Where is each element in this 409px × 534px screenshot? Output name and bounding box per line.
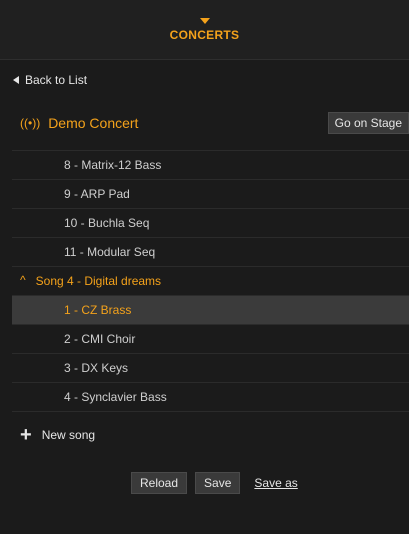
reload-button[interactable]: Reload [131,472,188,494]
save-as-link[interactable]: Save as [254,476,297,490]
list-item-selected[interactable]: 1 - CZ Brass [12,296,409,325]
list-item[interactable]: 8 - Matrix-12 Bass [12,151,409,180]
list-item[interactable]: 9 - ARP Pad [12,180,409,209]
list-item[interactable]: 11 - Modular Seq [12,238,409,267]
collapse-arrow-icon[interactable] [199,17,210,24]
live-broadcast-icon: ((•)) [20,116,41,130]
concert-row: ((•)) Demo Concert Go on Stage [0,104,409,142]
go-on-stage-button[interactable]: Go on Stage [327,112,409,134]
back-label: Back to List [25,73,88,87]
header-title: CONCERTS [169,27,240,42]
save-button[interactable]: Save [195,472,241,494]
plus-icon: + [20,424,32,446]
back-arrow-icon [13,76,19,84]
concert-name: Demo Concert [48,115,139,131]
chevron-up-icon: ^ [20,273,26,287]
back-to-list-link[interactable]: Back to List [13,72,87,88]
header: CONCERTS [0,0,409,60]
list-item[interactable]: 3 - DX Keys [12,354,409,383]
new-song-label: New song [41,428,96,442]
list-item[interactable]: 10 - Buchla Seq [12,209,409,238]
song-header-digital-dreams[interactable]: ^ Song 4 - Digital dreams [12,267,409,296]
list-item[interactable]: 2 - CMI Choir [12,325,409,354]
preset-list: 8 - Matrix-12 Bass 9 - ARP Pad 10 - Buch… [12,150,409,412]
song-label: Song 4 - Digital dreams [35,274,162,288]
new-song-button[interactable]: + New song [20,424,95,446]
action-bar: Reload Save Save as [131,472,298,494]
list-item[interactable]: 4 - Synclavier Bass [12,383,409,412]
